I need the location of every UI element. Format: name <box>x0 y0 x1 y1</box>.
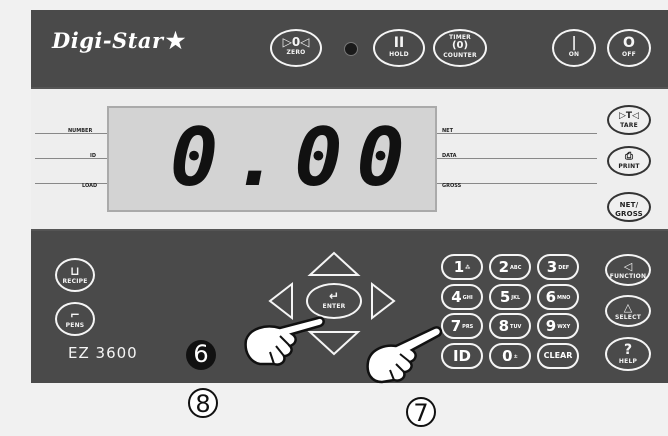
key-digit: 4 <box>451 288 462 306</box>
select-button[interactable]: △ SELECT <box>605 295 651 327</box>
off-button[interactable]: O OFF <box>607 29 651 67</box>
key-1[interactable]: 1⁂ <box>441 254 483 280</box>
key-digit: CLEAR <box>543 351 573 360</box>
key-digit: 2 <box>498 258 510 276</box>
key-digit: 9 <box>545 317 557 335</box>
callout-6: 6 <box>186 340 216 370</box>
indicator-net: NET <box>442 128 454 134</box>
function-icon: ◁ <box>623 260 633 273</box>
timer-counter-button[interactable]: TIMER (0) COUNTER <box>433 29 487 67</box>
power-off-icon: O <box>623 35 635 51</box>
key-sublabel: JKL <box>511 294 521 301</box>
weight-readout: 0.00 <box>170 111 419 204</box>
zero-button[interactable]: ▷0◁ ZERO <box>270 29 322 67</box>
net-label: NET/ <box>619 201 639 209</box>
pens-label: PENS <box>65 322 85 329</box>
key-sublabel: WXY <box>557 323 571 330</box>
key-sublabel: PRS <box>462 323 474 330</box>
key-digit: ID <box>452 347 472 365</box>
key-3[interactable]: 3DEF <box>537 254 579 280</box>
indicator-data: DATA <box>442 153 457 159</box>
zero-icon: ▷0◁ <box>282 35 310 49</box>
key-sublabel: MNO <box>557 294 571 301</box>
power-on-icon: | <box>571 35 577 51</box>
pause-icon: II <box>393 35 405 51</box>
tare-label: TARE <box>620 122 638 129</box>
function-label: FUNCTION <box>609 273 647 280</box>
indicator-line <box>437 158 597 159</box>
right-arrow-button[interactable] <box>368 281 398 321</box>
key-digit: 8 <box>498 317 510 335</box>
indicator-line <box>35 158 107 159</box>
pointing-hand-icon <box>366 326 443 384</box>
key-digit: 5 <box>499 288 511 306</box>
key-sublabel: ABC <box>510 264 522 271</box>
help-label: HELP <box>618 358 638 365</box>
tare-icon: ▷T◁ <box>619 111 639 121</box>
zero-label: ZERO <box>286 49 306 56</box>
key-digit: 3 <box>546 258 558 276</box>
key-sublabel: ⁂ <box>465 264 471 271</box>
indicator-number: NUMBER <box>68 128 93 134</box>
off-label: OFF <box>622 51 636 58</box>
timer-icon: (0) <box>451 40 469 51</box>
key-sublabel: DEF <box>558 264 570 271</box>
key-9[interactable]: 9WXY <box>537 313 579 339</box>
net-gross-button[interactable]: NET/ GROSS <box>607 192 651 222</box>
enter-icon: ↵ <box>328 289 340 303</box>
key-sublabel: GHI <box>462 294 473 301</box>
help-button[interactable]: ? HELP <box>605 337 651 371</box>
pointing-hand-icon <box>244 316 325 366</box>
bin-icon: ⊔ <box>70 264 80 278</box>
gross-label: GROSS <box>615 210 643 218</box>
enter-label: ENTER <box>322 303 346 310</box>
brand-logo: Digi-Star★ <box>52 28 186 54</box>
key-digit: 1 <box>453 258 465 276</box>
recipe-button[interactable]: ⊔ RECIPE <box>55 258 95 292</box>
print-label: PRINT <box>618 163 640 170</box>
on-button[interactable]: | ON <box>552 29 596 67</box>
hold-label: HOLD <box>389 51 409 58</box>
select-icon: △ <box>623 301 633 314</box>
key-2[interactable]: 2ABC <box>489 254 531 280</box>
status-led <box>344 42 358 56</box>
key-clear[interactable]: CLEAR <box>537 343 579 369</box>
key-8[interactable]: 8TUV <box>489 313 531 339</box>
key-4[interactable]: 4GHI <box>441 284 483 310</box>
indicator-id: ID <box>90 153 97 159</box>
on-label: ON <box>568 51 580 58</box>
callout-8: 8 <box>188 388 218 418</box>
select-label: SELECT <box>614 314 642 321</box>
indicator-load: LOAD <box>82 183 98 189</box>
key-6[interactable]: 6MNO <box>537 284 579 310</box>
pens-button[interactable]: ⌐ PENS <box>55 302 95 336</box>
key-digit: 7 <box>450 317 462 335</box>
key-digit: 0 <box>502 347 513 365</box>
help-icon: ? <box>623 342 633 358</box>
up-arrow-button[interactable] <box>306 250 362 278</box>
key-5[interactable]: 5JKL <box>489 284 531 310</box>
hold-button[interactable]: II HOLD <box>373 29 425 67</box>
callout-7: 7 <box>406 397 436 427</box>
model-label: EZ 3600 <box>68 344 138 362</box>
print-button[interactable]: ⎙ PRINT <box>607 146 651 176</box>
indicator-gross: GROSS <box>442 183 462 189</box>
function-button[interactable]: ◁ FUNCTION <box>605 254 651 286</box>
key-digit: 6 <box>545 288 556 306</box>
key-sublabel: ± <box>513 353 518 360</box>
tare-button[interactable]: ▷T◁ TARE <box>607 105 651 135</box>
printer-icon: ⎙ <box>625 151 633 162</box>
counter-label: COUNTER <box>443 52 477 59</box>
key-0[interactable]: 0± <box>489 343 531 369</box>
key-sublabel: TUV <box>510 323 522 330</box>
pens-icon: ⌐ <box>69 308 81 322</box>
indicator-line <box>437 133 597 134</box>
recipe-label: RECIPE <box>62 278 88 285</box>
